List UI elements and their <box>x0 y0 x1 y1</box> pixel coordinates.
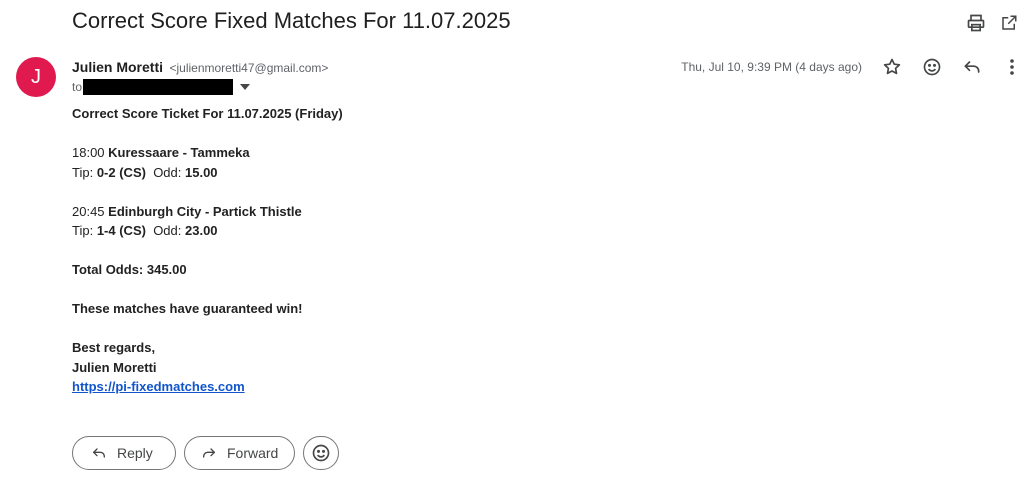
reply-icon <box>91 445 107 461</box>
match-1-teams: Kuressaare - Tammeka <box>108 145 250 160</box>
match-2-line: 20:45 Edinburgh City - Partick Thistle <box>72 202 972 222</box>
sender-name[interactable]: Julien Moretti <box>72 59 163 75</box>
recipient-details-dropdown[interactable] <box>237 79 253 95</box>
sender-line: Julien Moretti <julienmoretti47@gmail.co… <box>72 59 328 77</box>
match-1-odd: 15.00 <box>185 164 218 180</box>
odd-label: Odd: <box>153 164 182 180</box>
sender-email: <julienmoretti47@gmail.com> <box>169 61 329 75</box>
reply-button[interactable]: Reply <box>72 436 176 470</box>
forward-icon <box>201 445 217 461</box>
caret-down-icon <box>240 84 251 90</box>
tip-label: Tip: <box>72 223 94 238</box>
avatar-letter: J <box>31 65 41 88</box>
odd-label: Odd: <box>153 223 182 238</box>
signature-name: Julien Moretti <box>72 359 157 375</box>
star-icon[interactable] <box>880 57 904 77</box>
emoji-icon <box>312 444 330 462</box>
email-date: Thu, Jul 10, 9:39 PM (4 days ago) <box>681 60 862 74</box>
match-2-time: 20:45 <box>72 203 105 219</box>
redacted-recipient <box>83 79 234 95</box>
match-2-tip-line: Tip: 1-4 (CS) Odd: 23.00 <box>72 221 972 241</box>
emoji-reaction-button[interactable] <box>303 436 339 470</box>
forward-button[interactable]: Forward <box>184 436 295 470</box>
reply-icon[interactable] <box>960 57 984 77</box>
total-odds: Total Odds: 345.00 <box>72 262 187 277</box>
tip-label: Tip: <box>72 164 94 180</box>
email-body: Correct Score Ticket For 11.07.2025 (Fri… <box>72 104 972 397</box>
website-link[interactable]: https://pi-fixedmatches.com <box>72 379 245 394</box>
open-in-new-window-icon[interactable] <box>998 12 1020 34</box>
email-subject: Correct Score Fixed Matches For 11.07.20… <box>72 8 511 33</box>
recipient-line: to <box>72 79 253 95</box>
match-1-line: 18:00 Kuressaare - Tammeka <box>72 143 972 163</box>
forward-button-label: Forward <box>227 445 279 461</box>
closing-regards: Best regards, <box>72 340 156 355</box>
match-2-teams: Edinburgh City - Partick Thistle <box>108 203 302 219</box>
ticket-heading: Correct Score Ticket For 11.07.2025 (Fri… <box>72 106 343 121</box>
emoji-icon[interactable] <box>920 57 944 77</box>
guarantee-claim: These matches have guaranteed win! <box>72 301 303 316</box>
more-vert-icon[interactable] <box>1000 57 1024 77</box>
print-icon[interactable] <box>965 12 987 34</box>
reply-button-label: Reply <box>117 445 153 461</box>
match-1-time: 18:00 <box>72 145 105 160</box>
match-2-odd: 23.00 <box>185 223 218 238</box>
match-2-tip: 1-4 (CS) <box>96 223 146 238</box>
match-1-tip-line: Tip: 0-2 (CS) Odd: 15.00 <box>72 163 972 183</box>
to-label: to <box>72 80 83 94</box>
sender-avatar: J <box>16 57 56 97</box>
match-1-tip: 0-2 (CS) <box>96 164 146 180</box>
